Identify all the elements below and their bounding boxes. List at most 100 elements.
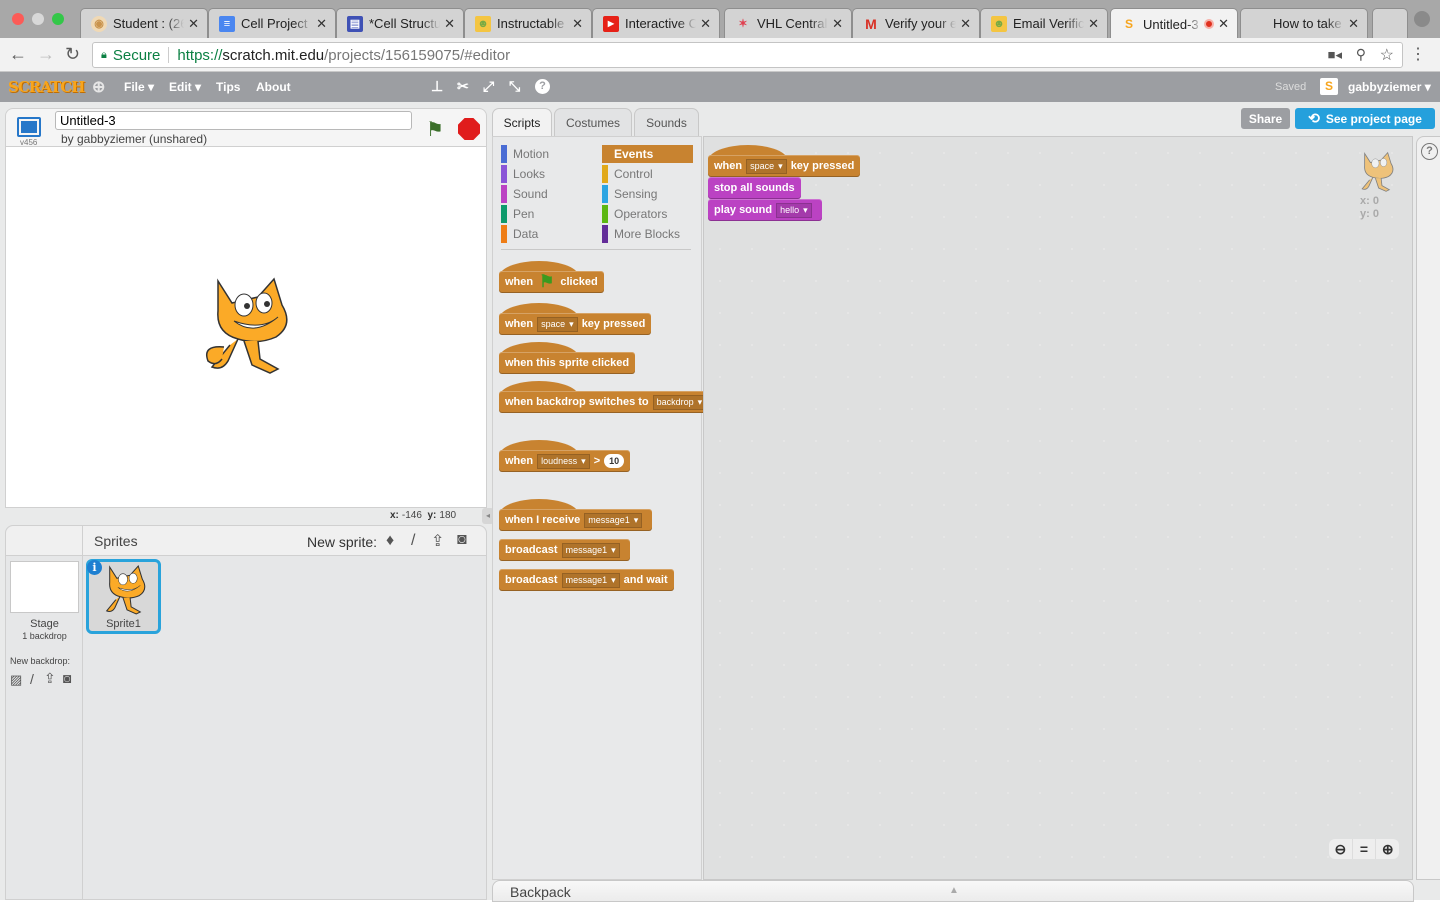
paint-new-sprite-icon[interactable]: / xyxy=(411,532,415,550)
browser-tab[interactable]: M Verify your e ✕ xyxy=(852,8,980,38)
minimize-window-button[interactable] xyxy=(32,13,44,25)
green-flag-button[interactable]: ⚑ xyxy=(426,117,444,142)
forward-button[interactable]: → xyxy=(37,44,55,65)
url-input[interactable]: 🔒︎ Secure https://scratch.mit.edu/projec… xyxy=(92,42,1403,68)
stop-button[interactable] xyxy=(458,118,480,140)
upload-backdrop-icon[interactable]: ⇪ xyxy=(44,670,56,687)
close-tab-icon[interactable]: ✕ xyxy=(960,16,971,32)
script-stop-all-sounds[interactable]: stop all sounds xyxy=(708,177,801,199)
close-tab-icon[interactable]: ✕ xyxy=(188,16,199,32)
message-dropdown[interactable]: message1 xyxy=(584,512,643,528)
message-dropdown[interactable]: message1 xyxy=(561,542,620,558)
sound-dropdown[interactable]: hello xyxy=(776,202,812,218)
cat-sprite-on-stage[interactable] xyxy=(198,275,298,377)
duplicate-stamp-icon[interactable]: ⊥ xyxy=(431,78,443,95)
camera-sprite-icon[interactable]: ◙ xyxy=(457,531,467,549)
maximize-window-button[interactable] xyxy=(52,13,64,25)
block-when-loudness[interactable]: whenloudness>10 xyxy=(499,440,631,472)
grow-icon[interactable]: ⤢ xyxy=(483,78,494,95)
shrink-icon[interactable]: ⤡ xyxy=(509,78,520,95)
block-when-flag-clicked[interactable]: when ⚑ clicked xyxy=(499,261,604,293)
profile-icon[interactable] xyxy=(1414,11,1430,27)
browser-tab[interactable]: How to take a✕ xyxy=(1240,8,1368,38)
browser-tab[interactable]: ≡ Cell Project - ✕ xyxy=(208,8,336,38)
menu-tips[interactable]: Tips xyxy=(216,80,240,94)
stage-canvas[interactable] xyxy=(5,146,487,508)
sprites-title: Sprites xyxy=(94,533,138,549)
message-dropdown[interactable]: message1 xyxy=(561,572,620,588)
backdrop-dropdown[interactable]: backdrop xyxy=(652,394,707,410)
tab-costumes[interactable]: Costumes xyxy=(554,108,632,136)
block-broadcast-and-wait[interactable]: broadcastmessage1and wait xyxy=(499,569,674,591)
new-sprite-label: New sprite: xyxy=(307,534,378,550)
close-tab-icon[interactable]: ✕ xyxy=(316,16,327,32)
tab-sounds[interactable]: Sounds xyxy=(634,108,699,136)
zoom-out-icon[interactable]: ⊖ xyxy=(1329,839,1353,859)
close-tab-icon[interactable]: ✕ xyxy=(1218,16,1229,32)
menu-file[interactable]: File ▾ xyxy=(124,80,154,94)
script-play-sound[interactable]: play sound hello xyxy=(708,199,822,221)
help-icon[interactable]: ? xyxy=(535,79,550,94)
bookmark-star-icon[interactable]: ☆ xyxy=(1380,45,1394,65)
menu-about[interactable]: About xyxy=(256,80,291,94)
block-when-i-receive[interactable]: when I receive message1 xyxy=(499,499,653,531)
menu-edit[interactable]: Edit ▾ xyxy=(169,80,201,94)
browser-tab[interactable]: ☻ Email Verifica ✕ xyxy=(980,8,1108,38)
sprite-thumbnail-sprite1[interactable]: i Sprite1 xyxy=(86,559,161,634)
backpack[interactable]: Backpack ▲ xyxy=(492,880,1414,902)
help-question-icon[interactable]: ? xyxy=(1421,143,1438,160)
browser-tab-active[interactable]: S Untitled-3 ✕ xyxy=(1110,8,1238,39)
key-icon[interactable]: ⚲ xyxy=(1356,46,1366,63)
close-window-button[interactable] xyxy=(12,13,24,25)
new-tab-button[interactable] xyxy=(1372,8,1408,38)
close-tab-icon[interactable]: ✕ xyxy=(832,16,843,32)
zoom-controls: ⊖ = ⊕ xyxy=(1329,839,1399,859)
block-when-backdrop-switches[interactable]: when backdrop switches to backdrop xyxy=(499,381,707,413)
block-when-sprite-clicked[interactable]: when this sprite clicked xyxy=(499,342,636,374)
reload-button[interactable]: ↻ xyxy=(65,44,80,65)
threshold-input[interactable]: 10 xyxy=(604,454,625,468)
user-menu[interactable]: gabbyziemer ▾ xyxy=(1348,80,1431,94)
close-tab-icon[interactable]: ✕ xyxy=(1088,16,1099,32)
expand-backpack-icon[interactable]: ▲ xyxy=(949,885,959,896)
browser-tab[interactable]: ✶ VHL Central | ✕ xyxy=(724,8,852,38)
block-when-key-pressed[interactable]: whenspacekey pressed xyxy=(499,303,652,335)
share-button[interactable]: Share xyxy=(1241,108,1290,129)
chrome-menu-icon[interactable]: ⋮ xyxy=(1410,44,1426,64)
project-title-input[interactable] xyxy=(55,111,412,130)
key-dropdown[interactable]: space xyxy=(537,316,578,332)
upload-sprite-icon[interactable]: ⇪ xyxy=(431,531,444,551)
key-dropdown[interactable]: space xyxy=(746,158,787,174)
browser-tab[interactable]: ▤ *Cell Structu ✕ xyxy=(336,8,464,38)
browser-tab[interactable]: ☻Instructable E✕ xyxy=(464,8,592,38)
camera-icon[interactable]: ■◂ xyxy=(1328,47,1342,63)
see-project-page-button[interactable]: ⟲ See project page xyxy=(1295,108,1435,129)
language-globe-icon[interactable]: ⊕ xyxy=(92,77,105,97)
script-when-key-pressed[interactable]: whenspacekey pressed xyxy=(708,145,861,177)
stage-thumbnail[interactable] xyxy=(10,561,79,613)
close-tab-icon[interactable]: ✕ xyxy=(1348,16,1359,32)
sprite-name: Sprite1 xyxy=(106,618,141,630)
gmail-icon: M xyxy=(865,15,877,32)
close-tab-icon[interactable]: ✕ xyxy=(572,16,583,32)
block-broadcast[interactable]: broadcast message1 xyxy=(499,539,630,561)
scratch-logo[interactable]: SCRATCH xyxy=(8,78,85,96)
tab-scripts[interactable]: Scripts xyxy=(492,108,552,137)
scripts-area[interactable]: whenspacekey pressed stop all sounds pla… xyxy=(703,136,1413,880)
sprite-library-icon[interactable]: ♦ xyxy=(386,532,394,550)
delete-scissors-icon[interactable]: ✂ xyxy=(457,78,469,95)
sensor-dropdown[interactable]: loudness xyxy=(537,453,590,469)
zoom-reset-icon[interactable]: = xyxy=(1353,839,1377,859)
presentation-mode-icon[interactable] xyxy=(17,117,41,137)
camera-backdrop-icon[interactable]: ◙ xyxy=(63,670,71,686)
close-tab-icon[interactable]: ✕ xyxy=(444,16,455,32)
my-stuff-icon[interactable]: S xyxy=(1320,78,1338,95)
paint-backdrop-icon[interactable]: / xyxy=(30,671,34,687)
zoom-in-icon[interactable]: ⊕ xyxy=(1376,839,1399,859)
stage-header: v456 by gabbyziemer (unshared) ⚑ xyxy=(5,108,487,148)
close-tab-icon[interactable]: ✕ xyxy=(700,16,711,32)
browser-tab[interactable]: ▶Interactive Ce✕ xyxy=(592,8,720,38)
back-button[interactable]: ← xyxy=(9,44,27,65)
backdrop-library-icon[interactable]: ▨ xyxy=(10,672,22,688)
browser-tab[interactable]: ◉ Student : (26 ✕ xyxy=(80,8,208,38)
